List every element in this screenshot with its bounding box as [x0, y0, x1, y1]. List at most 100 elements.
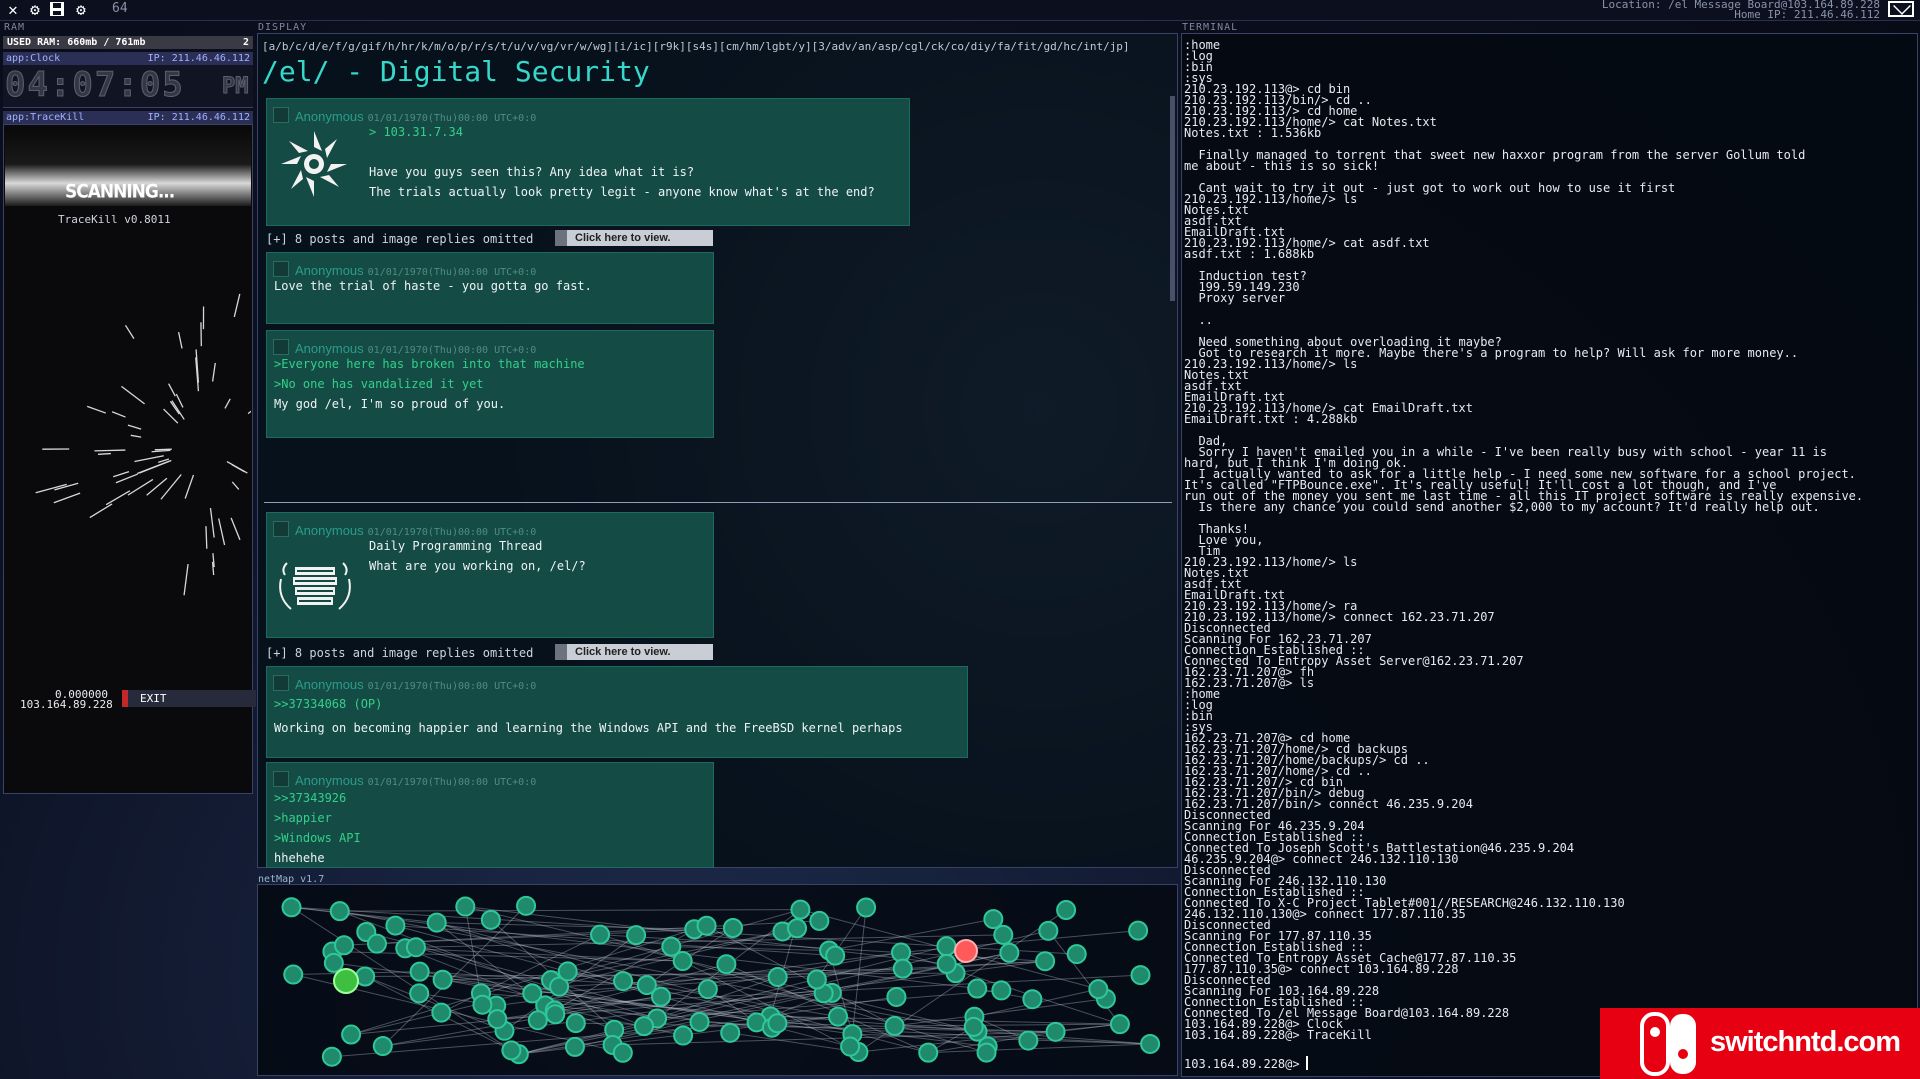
netmap-node[interactable]	[281, 897, 302, 918]
netmap-node[interactable]	[432, 969, 453, 990]
netmap-node[interactable]	[856, 897, 877, 918]
netmap-node[interactable]	[767, 1013, 788, 1034]
netmap-node[interactable]	[825, 945, 846, 966]
netmap-node[interactable]	[716, 954, 737, 975]
netmap-node[interactable]	[963, 1016, 984, 1037]
save-icon[interactable]	[48, 1, 66, 19]
netmap-node[interactable]	[613, 971, 634, 992]
netmap-node[interactable]	[527, 1010, 548, 1031]
post-checkbox[interactable]	[273, 339, 289, 355]
netmap-node[interactable]	[323, 952, 344, 973]
netmap-node[interactable]	[522, 983, 543, 1004]
netmap-node[interactable]	[1035, 951, 1056, 972]
settings-icon[interactable]: ⚙	[72, 1, 90, 19]
netmap-node[interactable]	[366, 933, 387, 954]
netmap-node[interactable]	[806, 969, 827, 990]
netmap-node[interactable]	[341, 1024, 362, 1045]
netmap-node[interactable]	[385, 915, 406, 936]
netmap-node[interactable]	[1109, 1014, 1130, 1035]
netmap-node[interactable]	[321, 1046, 342, 1067]
netmap-target-node[interactable]	[954, 939, 978, 963]
netmap-node[interactable]	[372, 1036, 393, 1057]
netmap-node[interactable]	[976, 1042, 997, 1063]
netmap-node[interactable]	[790, 899, 811, 920]
netmap-node[interactable]	[1022, 989, 1043, 1010]
post-ref[interactable]: > 103.31.7.34	[369, 125, 463, 139]
netmap-node[interactable]	[993, 924, 1014, 945]
netmap-node[interactable]	[545, 1004, 566, 1025]
netmap-node[interactable]	[787, 918, 808, 939]
netmap-node[interactable]	[590, 924, 611, 945]
netmap-node[interactable]	[696, 915, 717, 936]
netmap-node[interactable]	[516, 895, 537, 916]
greentext-line[interactable]: >>37334068 (OP)	[274, 697, 382, 711]
netmap-node[interactable]	[426, 912, 447, 933]
netmap-node[interactable]	[626, 925, 647, 946]
post-checkbox[interactable]	[273, 107, 289, 123]
netmap-node[interactable]	[334, 935, 355, 956]
netmap-node[interactable]	[767, 967, 788, 988]
netmap-node[interactable]	[722, 917, 743, 938]
netmap-node[interactable]	[891, 942, 912, 963]
spiral-emblem-icon[interactable]	[275, 125, 353, 203]
netmap-node[interactable]	[661, 936, 682, 957]
netmap-node[interactable]	[487, 1009, 508, 1030]
netmap-node[interactable]	[612, 1042, 633, 1063]
netmap-node[interactable]	[809, 910, 830, 931]
netmap-node[interactable]	[480, 909, 501, 930]
gear-icon[interactable]: ⚙	[26, 1, 44, 19]
netmap-node[interactable]	[720, 1022, 741, 1043]
netmap-node[interactable]	[1140, 1033, 1161, 1054]
netmap-node[interactable]	[936, 936, 957, 957]
netmap-node[interactable]	[983, 909, 1004, 930]
books-emblem-icon[interactable]	[275, 549, 355, 615]
netmap-node[interactable]	[689, 1011, 710, 1032]
netmap-node[interactable]	[1130, 965, 1151, 986]
netmap-node[interactable]	[892, 958, 913, 979]
exit-button[interactable]: EXIT	[122, 690, 256, 707]
netmap-node[interactable]	[991, 980, 1012, 1001]
netmap-node[interactable]	[431, 1002, 452, 1023]
netmap-node[interactable]	[967, 978, 988, 999]
netmap-node[interactable]	[651, 986, 672, 1007]
netmap-node[interactable]	[329, 901, 350, 922]
netmap-home-node[interactable]	[333, 968, 359, 994]
netmap-node[interactable]	[409, 983, 430, 1004]
close-icon[interactable]: ✕	[4, 1, 22, 19]
netmap-node[interactable]	[840, 1036, 861, 1057]
netmap-node[interactable]	[1066, 944, 1087, 965]
netmap-node[interactable]	[557, 961, 578, 982]
netmap-node[interactable]	[828, 1006, 849, 1027]
netmap-node[interactable]	[673, 1025, 694, 1046]
netmap-node[interactable]	[405, 937, 426, 958]
post-checkbox[interactable]	[273, 771, 289, 787]
netmap-node[interactable]	[409, 961, 430, 982]
post-checkbox[interactable]	[273, 521, 289, 537]
view-replies-button[interactable]: Click here to view.	[555, 644, 713, 660]
view-replies-button[interactable]: Click here to view.	[555, 230, 713, 246]
netmap-node[interactable]	[565, 1013, 586, 1034]
terminal-prompt[interactable]: 103.164.89.228@>	[1184, 1056, 1308, 1071]
netmap-node[interactable]	[697, 979, 718, 1000]
board-nav[interactable]: [a/b/c/d/e/f/g/gif/h/hr/k/m/o/p/r/s/t/u/…	[262, 40, 1130, 53]
netmap-node[interactable]	[564, 1036, 585, 1057]
netmap-node[interactable]	[455, 896, 476, 917]
post-checkbox[interactable]	[273, 261, 289, 277]
netmap-node[interactable]	[1056, 900, 1077, 921]
netmap-node[interactable]	[999, 942, 1020, 963]
netmap-node[interactable]	[1018, 1030, 1039, 1051]
post-checkbox[interactable]	[273, 675, 289, 691]
netmap-node[interactable]	[501, 1040, 522, 1061]
netmap-node[interactable]	[884, 1015, 905, 1036]
netmap-node[interactable]	[1045, 1021, 1066, 1042]
greentext-line[interactable]: >>37343926	[274, 791, 346, 805]
netmap-node[interactable]	[472, 994, 493, 1015]
netmap-node[interactable]	[886, 986, 907, 1007]
netmap-node[interactable]	[634, 1016, 655, 1037]
netmap-node[interactable]	[283, 964, 304, 985]
netmap-node[interactable]	[1038, 920, 1059, 941]
netmap-node[interactable]	[1128, 920, 1149, 941]
mail-icon[interactable]	[1888, 1, 1914, 17]
netmap-node[interactable]	[1088, 979, 1109, 1000]
display-scrollbar[interactable]	[1170, 96, 1175, 301]
